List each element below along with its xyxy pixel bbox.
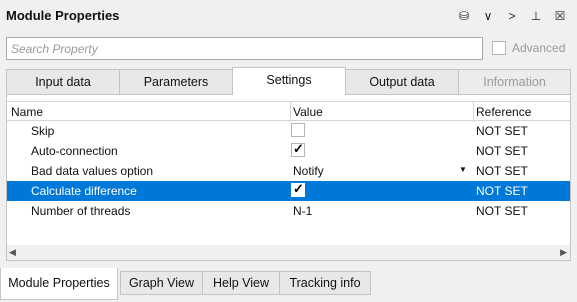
table-row[interactable]: Auto-connection ✓ NOT SET	[7, 141, 570, 161]
tab-tracking-info[interactable]: Tracking info	[279, 271, 371, 295]
column-divider[interactable]	[290, 102, 291, 122]
grid-header: Name Value Reference	[7, 101, 570, 122]
toolbar: ⛁ ∨ > ⊥ ☒	[453, 6, 571, 26]
auto-connection-checkbox[interactable]: ✓	[291, 141, 305, 157]
table-row[interactable]: Number of threads N-1 NOT SET	[7, 201, 570, 221]
row-name: Skip	[31, 124, 55, 138]
chevron-down-icon[interactable]: ∨	[477, 6, 499, 26]
row-name: Calculate difference	[31, 184, 137, 198]
tab-settings[interactable]: Settings	[232, 67, 346, 95]
pin-icon[interactable]: ⊥	[525, 6, 547, 26]
column-divider[interactable]	[473, 102, 474, 122]
row-name: Auto-connection	[31, 144, 118, 158]
row-name: Number of threads	[31, 204, 131, 218]
skip-checkbox[interactable]	[291, 123, 305, 137]
search-input[interactable]	[6, 37, 483, 60]
scroll-right-icon[interactable]: ▶	[560, 247, 567, 258]
bottom-tab-bar: Module Properties Graph View Help View T…	[0, 268, 577, 302]
database-icon[interactable]: ⛁	[453, 6, 475, 26]
header-reference[interactable]: Reference	[476, 105, 531, 119]
title-bar: Module Properties ⛁ ∨ > ⊥ ☒	[0, 0, 577, 32]
chevron-right-icon[interactable]: >	[501, 6, 523, 26]
horizontal-scrollbar[interactable]: ◀ ▶	[7, 245, 570, 260]
threads-value[interactable]: N-1	[293, 204, 312, 218]
table-row[interactable]: Bad data values option Notify ▼ NOT SET	[7, 161, 570, 181]
close-icon[interactable]: ☒	[549, 6, 571, 26]
row-name: Bad data values option	[31, 164, 154, 178]
tab-parameters[interactable]: Parameters	[119, 69, 233, 95]
table-row-selected[interactable]: Calculate difference ✓ NOT SET	[7, 181, 570, 201]
header-name[interactable]: Name	[11, 105, 43, 119]
tab-help-view[interactable]: Help View	[202, 271, 280, 295]
bad-data-dropdown[interactable]: Notify	[293, 164, 324, 178]
table-row[interactable]: Skip NOT SET	[7, 121, 570, 141]
tab-input-data[interactable]: Input data	[6, 69, 120, 95]
dropdown-arrow-icon[interactable]: ▼	[459, 165, 467, 174]
window-title: Module Properties	[6, 8, 120, 23]
tab-module-properties[interactable]: Module Properties	[0, 268, 118, 300]
search-row: Advanced	[6, 37, 571, 61]
tab-information: Information	[458, 69, 571, 95]
advanced-toggle[interactable]: Advanced	[492, 41, 565, 55]
advanced-label: Advanced	[512, 41, 566, 55]
calculate-difference-checkbox[interactable]: ✓	[291, 181, 305, 197]
row-reference: NOT SET	[476, 164, 528, 178]
tab-bar: Input data Parameters Settings Output da…	[6, 67, 571, 95]
check-icon: ✓	[293, 141, 304, 156]
header-value[interactable]: Value	[293, 105, 323, 119]
check-icon: ✓	[293, 181, 304, 196]
advanced-checkbox[interactable]	[492, 41, 506, 55]
scroll-left-icon[interactable]: ◀	[9, 247, 16, 258]
row-reference: NOT SET	[476, 184, 528, 198]
row-reference: NOT SET	[476, 144, 528, 158]
tab-graph-view[interactable]: Graph View	[120, 271, 203, 295]
row-reference: NOT SET	[476, 204, 528, 218]
tab-output-data[interactable]: Output data	[345, 69, 459, 95]
property-grid: Name Value Reference Skip NOT SET Auto-c…	[6, 94, 571, 261]
row-reference: NOT SET	[476, 124, 528, 138]
